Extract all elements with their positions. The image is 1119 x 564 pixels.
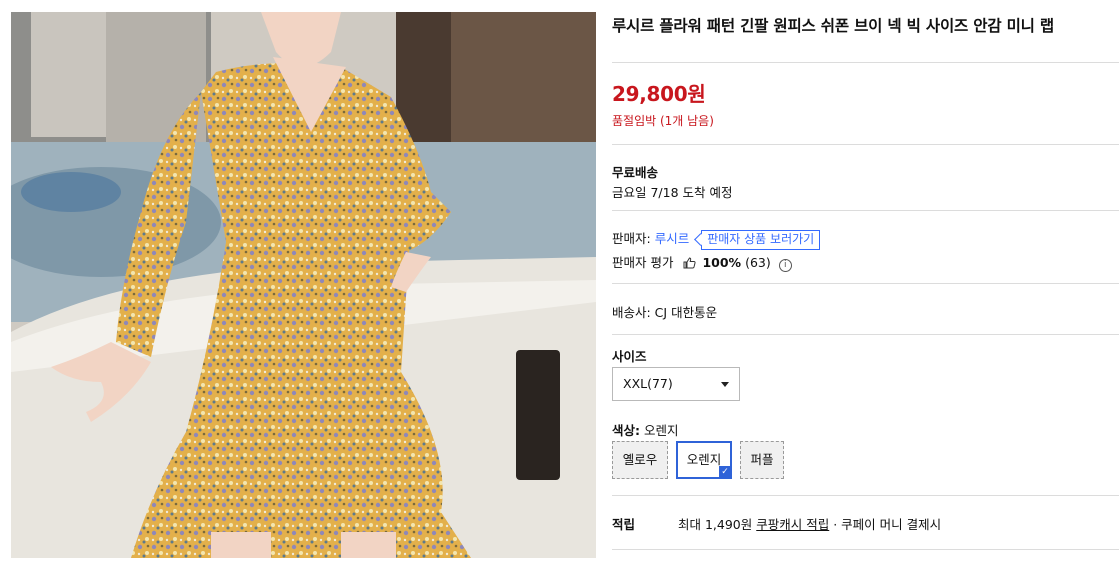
reward-label: 적립 (612, 517, 636, 532)
color-option-orange[interactable]: 오렌지 ✓ (676, 441, 732, 479)
seller-name-link[interactable]: 루시르 (655, 231, 690, 246)
view-seller-products-button[interactable]: 판매자 상품 보러가기 (701, 230, 821, 250)
seller-rating-row: 판매자 평가 100% (63) i (612, 252, 792, 272)
seller-rating-label: 판매자 평가 (612, 255, 674, 270)
divider (612, 144, 1119, 145)
size-selected-value: XXL(77) (623, 376, 673, 391)
size-label: 사이즈 (612, 349, 647, 364)
reward-max: 최대 1,490원 (678, 517, 753, 532)
divider (612, 62, 1119, 63)
thumbs-up-icon (683, 257, 697, 272)
info-icon[interactable]: i (778, 259, 792, 272)
stock-notice: 품절임박 (1개 남음) (612, 114, 714, 128)
reward-suffix: · 쿠페이 머니 결제시 (833, 517, 942, 532)
seller-rating-percent: 100% (702, 255, 742, 270)
coupang-cash-link[interactable]: 쿠팡캐시 적립 (756, 517, 829, 532)
divider (612, 210, 1119, 211)
color-selected-name: 오렌지 (643, 423, 679, 438)
divider (612, 495, 1119, 496)
seller-label: 판매자: (612, 231, 651, 246)
divider (612, 334, 1119, 335)
courier-info: 배송사: CJ 대한통운 (612, 305, 718, 320)
divider (612, 549, 1119, 550)
color-option-purple[interactable]: 퍼플 (740, 441, 784, 479)
seller-row: 판매자: 루시르 판매자 상품 보러가기 (612, 228, 821, 250)
arrival-estimate: 금요일 7/18 도착 예정 (612, 185, 733, 200)
reward-info: 최대 1,490원 쿠팡캐시 적립 · 쿠페이 머니 결제시 (678, 514, 941, 533)
shipping-type: 무료배송 (612, 165, 659, 180)
product-info-panel: 루시르 플라워 패턴 긴팔 원피스 쉬폰 브이 넥 빅 사이즈 안감 미니 랩 … (612, 0, 1119, 564)
product-image[interactable] (11, 12, 596, 558)
color-label-prefix: 색상: (612, 423, 640, 438)
product-price: 29,800원 (612, 82, 706, 106)
product-title: 루시르 플라워 패턴 긴팔 원피스 쉬폰 브이 넥 빅 사이즈 안감 미니 랩 (612, 17, 1054, 35)
size-select[interactable]: XXL(77) (612, 367, 740, 401)
color-option-yellow[interactable]: 옐로우 (612, 441, 668, 479)
chevron-down-icon (721, 382, 729, 387)
color-label: 색상: 오렌지 (612, 420, 679, 439)
seller-rating-count: (63) (745, 255, 771, 270)
divider (612, 283, 1119, 284)
product-photo-illustration (11, 12, 596, 558)
color-option-orange-label: 오렌지 (686, 452, 722, 467)
check-icon: ✓ (719, 466, 731, 478)
